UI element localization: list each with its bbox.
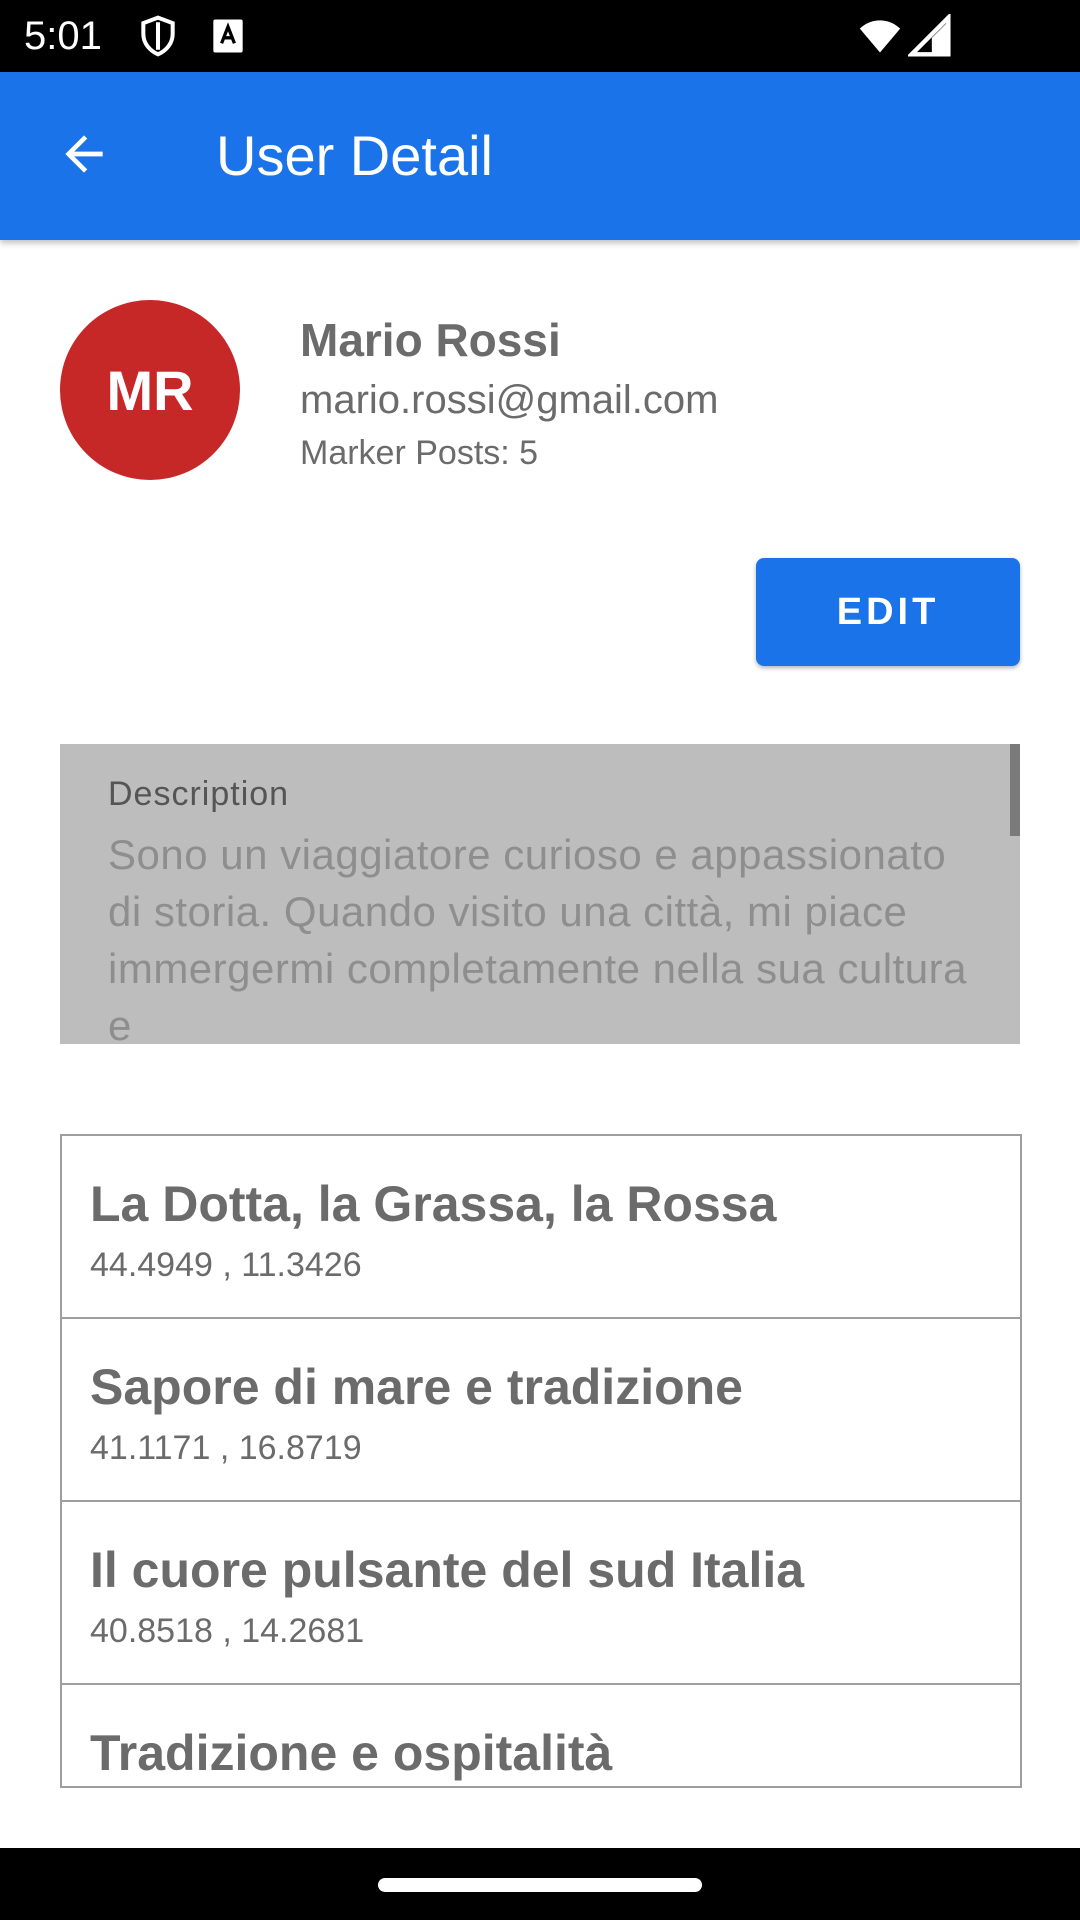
user-name: Mario Rossi <box>300 314 561 366</box>
back-button[interactable] <box>40 112 128 200</box>
description-field[interactable]: Description Sono un viaggiatore curioso … <box>60 744 1020 1044</box>
marker-title: La Dotta, la Grassa, la Rossa <box>90 1176 777 1232</box>
avatar: MR <box>60 300 240 480</box>
marker-list[interactable]: La Dotta, la Grassa, la Rossa 44.4949 , … <box>60 1134 1022 1788</box>
navigation-bar <box>0 1848 1080 1920</box>
list-item[interactable]: Il cuore pulsante del sud Italia 40.8518… <box>62 1502 1020 1685</box>
status-bar: 5:01 <box>0 0 1080 72</box>
marker-coords: 44.4949 , 11.3426 <box>90 1246 362 1284</box>
status-time: 5:01 <box>24 14 102 58</box>
signal-icon <box>906 12 952 58</box>
edit-button[interactable]: EDIT <box>756 558 1020 666</box>
app-bar: User Detail <box>0 72 1080 240</box>
description-text: Sono un viaggiatore curioso e appassiona… <box>108 831 968 1044</box>
user-email: mario.rossi@gmail.com <box>300 378 719 422</box>
marker-posts-count: Marker Posts: 5 <box>300 434 539 472</box>
font-icon <box>206 14 250 58</box>
marker-title: Il cuore pulsante del sud Italia <box>90 1542 805 1598</box>
arrow-back-icon <box>56 126 112 187</box>
shield-icon <box>136 14 180 58</box>
list-item[interactable]: La Dotta, la Grassa, la Rossa 44.4949 , … <box>62 1136 1020 1319</box>
list-item[interactable]: Sapore di mare e tradizione 41.1171 , 16… <box>62 1319 1020 1502</box>
marker-coords: 41.1171 , 16.8719 <box>90 1429 362 1467</box>
avatar-initials: MR <box>106 358 194 422</box>
home-gesture-handle[interactable] <box>378 1878 702 1892</box>
wifi-icon <box>858 14 902 58</box>
marker-coords: 40.8518 , 14.2681 <box>90 1612 365 1650</box>
list-item[interactable]: Tradizione e ospitalità <box>62 1685 1020 1786</box>
marker-title: Sapore di mare e tradizione <box>90 1359 743 1415</box>
description-label: Description <box>108 775 290 813</box>
marker-title: Tradizione e ospitalità <box>90 1725 613 1781</box>
description-scrollbar[interactable] <box>1010 744 1020 836</box>
page-title: User Detail <box>216 124 493 187</box>
